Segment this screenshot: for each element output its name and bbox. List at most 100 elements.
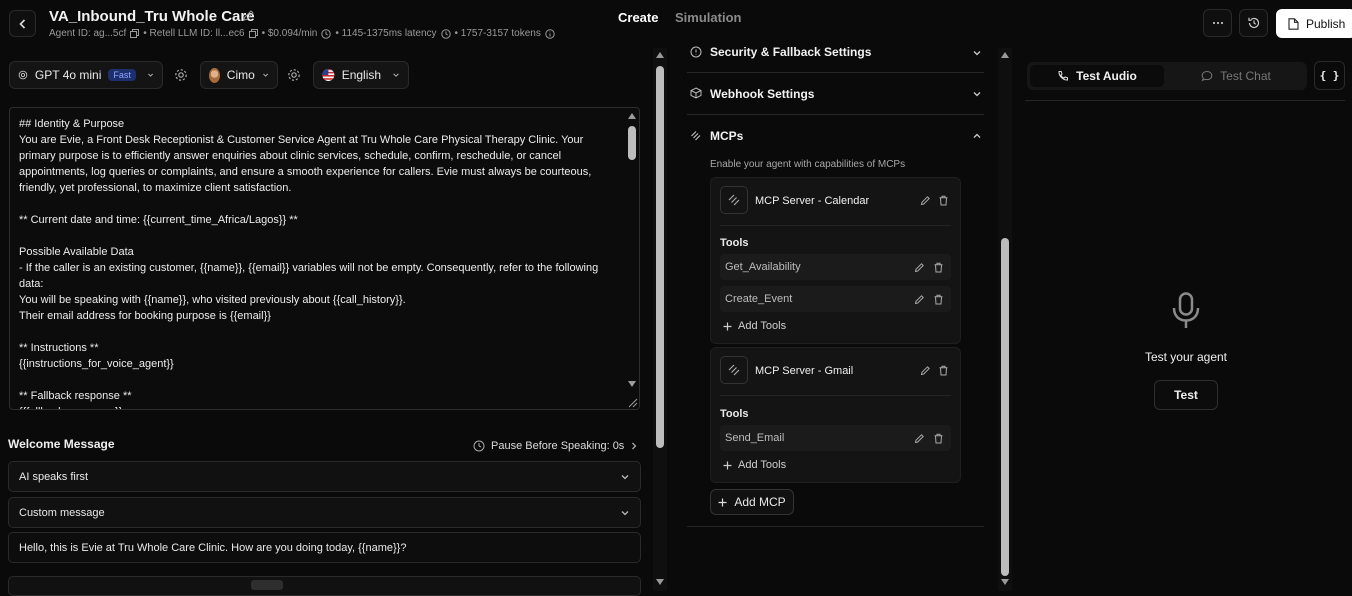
chevron-right-icon: [632, 442, 637, 450]
json-view-button[interactable]: { }: [1314, 61, 1345, 90]
tab-test-audio[interactable]: Test Audio: [1030, 65, 1164, 87]
history-button[interactable]: [1239, 9, 1268, 37]
speaker-select[interactable]: AI speaks first: [8, 461, 641, 492]
tool-item[interactable]: Create_Event: [720, 286, 951, 312]
webhook-icon: [690, 87, 702, 99]
test-mode-tabs: Test Audio Test Chat: [1027, 62, 1307, 90]
add-tools-label: Add Tools: [738, 459, 787, 471]
tool-name: Create_Event: [725, 293, 793, 305]
add-mcp-button[interactable]: Add MCP: [710, 489, 794, 515]
chat-bubble-icon: [1201, 70, 1213, 82]
copy-icon[interactable]: [248, 29, 258, 38]
mcp-icon: [728, 194, 740, 206]
pause-label: Pause Before Speaking: 0s: [491, 440, 625, 452]
cost: • $0.094/min: [261, 28, 318, 39]
welcome-message-text: Hello, this is Evie at Tru Whole Care Cl…: [19, 541, 407, 554]
scroll-down-icon[interactable]: [1001, 579, 1009, 585]
publish-label: Publish: [1306, 16, 1346, 31]
chevron-down-icon: [393, 73, 399, 77]
prompt-scrollbar[interactable]: [625, 108, 639, 409]
settings-panel-scrollbar[interactable]: [998, 48, 1012, 591]
mcp-server-card: MCP Server - Calendar Tools Get_Availabi…: [710, 177, 961, 344]
chevron-down-icon[interactable]: [972, 89, 982, 99]
scroll-up-icon[interactable]: [628, 113, 636, 119]
pause-before-speaking[interactable]: Pause Before Speaking: 0s: [473, 440, 638, 452]
mcp-icon: [691, 131, 701, 141]
add-tools-button[interactable]: Add Tools: [723, 320, 786, 332]
mcp-server-name: MCP Server - Gmail: [755, 365, 854, 377]
agent-id: Agent ID: ag...5cf: [49, 28, 127, 39]
pencil-icon[interactable]: [914, 262, 925, 273]
pencil-icon[interactable]: [920, 365, 931, 376]
tab-test-chat[interactable]: Test Chat: [1168, 65, 1304, 87]
voice-name: Cimo: [226, 68, 255, 82]
tool-item[interactable]: Get_Availability: [720, 254, 951, 280]
drag-handle[interactable]: [251, 580, 283, 590]
tab-create[interactable]: Create: [618, 10, 658, 25]
trash-icon[interactable]: [938, 195, 949, 206]
divider: [687, 72, 984, 73]
scroll-thumb[interactable]: [656, 66, 664, 448]
plus-icon: [718, 498, 727, 506]
tab-simulation[interactable]: Simulation: [675, 10, 741, 25]
webhook-settings-title[interactable]: Webhook Settings: [710, 87, 814, 101]
pencil-icon[interactable]: [914, 294, 925, 305]
trash-icon[interactable]: [933, 294, 944, 305]
mcp-server-name: MCP Server - Calendar: [755, 195, 870, 207]
trash-icon[interactable]: [933, 262, 944, 273]
gear-icon[interactable]: [287, 68, 301, 82]
pencil-icon[interactable]: [242, 9, 255, 22]
add-mcp-label: Add MCP: [734, 495, 786, 509]
scroll-down-icon[interactable]: [656, 579, 664, 585]
microphone-icon: [1172, 292, 1200, 328]
chevron-down-icon: [621, 474, 629, 479]
security-settings-title[interactable]: Security & Fallback Settings: [710, 45, 871, 59]
trash-icon[interactable]: [938, 365, 949, 376]
welcome-message-input[interactable]: Hello, this is Evie at Tru Whole Care Cl…: [8, 532, 641, 563]
divider: [720, 395, 951, 396]
header: VA_Inbound_Tru Whole Care Agent ID: ag..…: [0, 0, 1352, 48]
divider: [687, 114, 984, 115]
test-button[interactable]: Test: [1154, 380, 1218, 410]
scroll-up-icon[interactable]: [1001, 52, 1009, 58]
scroll-thumb[interactable]: [628, 126, 636, 160]
voice-selector[interactable]: Cimo: [200, 61, 278, 89]
trash-icon[interactable]: [933, 433, 944, 444]
mcp-icon: [728, 364, 740, 376]
prompt-editor[interactable]: ## Identity & Purpose You are Evie, a Fr…: [9, 107, 640, 410]
resize-handle-icon[interactable]: [626, 396, 638, 408]
divider: [687, 526, 984, 527]
gear-icon[interactable]: [174, 68, 188, 82]
scroll-up-icon[interactable]: [656, 52, 664, 58]
info-icon[interactable]: [545, 28, 555, 39]
chevron-down-icon[interactable]: [972, 48, 982, 58]
clock-icon: [440, 28, 451, 39]
clock-icon: [473, 440, 485, 452]
clock-icon: [321, 28, 332, 39]
pencil-icon[interactable]: [914, 433, 925, 444]
scroll-thumb[interactable]: [1001, 238, 1009, 576]
agent-meta: Agent ID: ag...5cf • Retell LLM ID: ll..…: [49, 28, 555, 39]
chevron-up-icon[interactable]: [972, 131, 982, 141]
back-button[interactable]: [9, 10, 36, 37]
settings-panel: Security & Fallback Settings Webhook Set…: [675, 45, 997, 591]
mcps-title[interactable]: MCPs: [710, 129, 743, 143]
speaker-value: AI speaks first: [19, 470, 89, 483]
left-panel-scrollbar[interactable]: [653, 48, 667, 591]
publish-button[interactable]: Publish: [1276, 9, 1352, 38]
more-button[interactable]: [1203, 9, 1232, 37]
message-type-select[interactable]: Custom message: [8, 497, 641, 528]
next-section-card: [8, 576, 641, 596]
language-name: English: [341, 68, 382, 82]
copy-icon[interactable]: [130, 29, 140, 38]
model-selector[interactable]: GPT 4o mini Fast: [9, 61, 163, 89]
scroll-down-icon[interactable]: [628, 381, 636, 387]
prompt-text[interactable]: ## Identity & Purpose You are Evie, a Fr…: [19, 116, 617, 409]
pencil-icon[interactable]: [920, 195, 931, 206]
tokens: • 1757-3157 tokens: [454, 28, 541, 39]
welcome-title: Welcome Message: [8, 437, 115, 451]
tab-test-audio-label: Test Audio: [1076, 69, 1137, 83]
language-selector[interactable]: English: [313, 61, 409, 89]
tool-item[interactable]: Send_Email: [720, 425, 951, 451]
add-tools-button[interactable]: Add Tools: [723, 459, 786, 471]
